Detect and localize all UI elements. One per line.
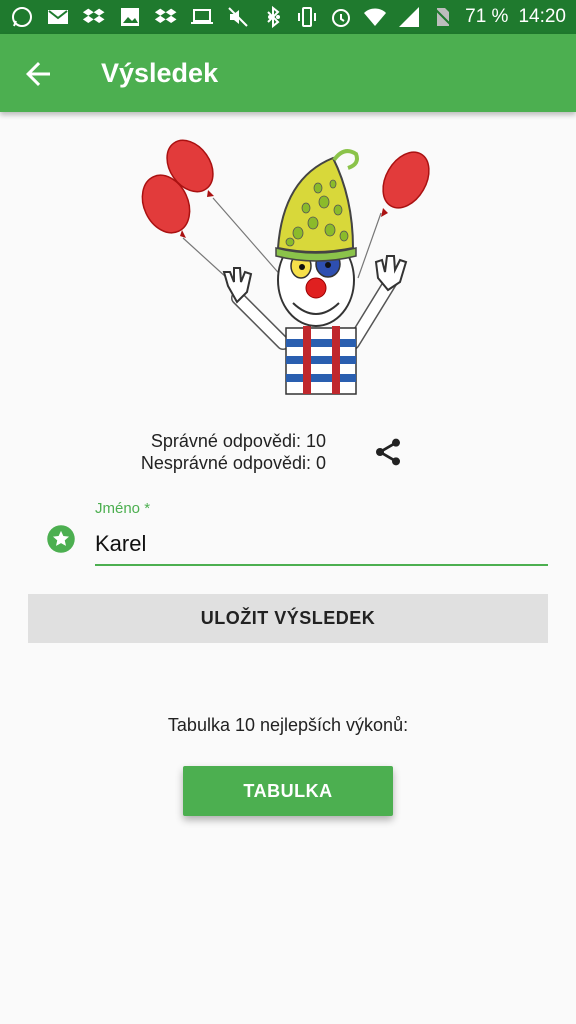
notification-icons bbox=[10, 5, 286, 29]
mute-icon bbox=[228, 7, 248, 27]
alarm-icon bbox=[332, 9, 351, 27]
wifi-icon bbox=[364, 8, 387, 26]
app-bar: Výsledek bbox=[0, 34, 576, 112]
no-sim-icon bbox=[433, 7, 453, 27]
clock: 14:20 bbox=[518, 6, 566, 27]
name-field-label: Jméno * bbox=[95, 500, 151, 517]
system-icons: 71 % 14:20 bbox=[261, 5, 566, 29]
signal-icon bbox=[399, 7, 420, 27]
save-result-button[interactable]: ULOŽIT VÝSLEDEK bbox=[28, 594, 548, 643]
arrow-back-icon[interactable] bbox=[20, 56, 56, 92]
battery-percent: 71 % bbox=[465, 6, 509, 27]
laptop-icon bbox=[191, 9, 213, 24]
wrong-answers: Nesprávné odpovědi: 0 bbox=[140, 453, 326, 473]
leaderboard-caption: Tabulka 10 nejlepších výkonů: bbox=[167, 715, 409, 735]
gallery-icon bbox=[121, 8, 139, 26]
name-input[interactable] bbox=[95, 524, 548, 566]
dropbox-icon bbox=[82, 8, 105, 23]
correct-answers: Správné odpovědi: 10 bbox=[150, 431, 326, 451]
clown-illustration bbox=[141, 139, 430, 395]
leaderboard-button[interactable]: TABULKA bbox=[183, 766, 393, 816]
gmail-icon bbox=[48, 10, 68, 24]
star-icon bbox=[47, 525, 75, 553]
bluetooth-icon bbox=[267, 5, 280, 29]
share-icon[interactable] bbox=[372, 436, 404, 468]
status-bar: 71 % 14:20 bbox=[0, 0, 576, 34]
vibrate-icon bbox=[298, 7, 317, 27]
dropbox-icon bbox=[154, 8, 177, 23]
page-title: Výsledek bbox=[101, 58, 219, 88]
whatsapp-icon bbox=[12, 7, 32, 27]
score-summary: Správné odpovědi: 10 Nesprávné odpovědi:… bbox=[100, 430, 326, 474]
